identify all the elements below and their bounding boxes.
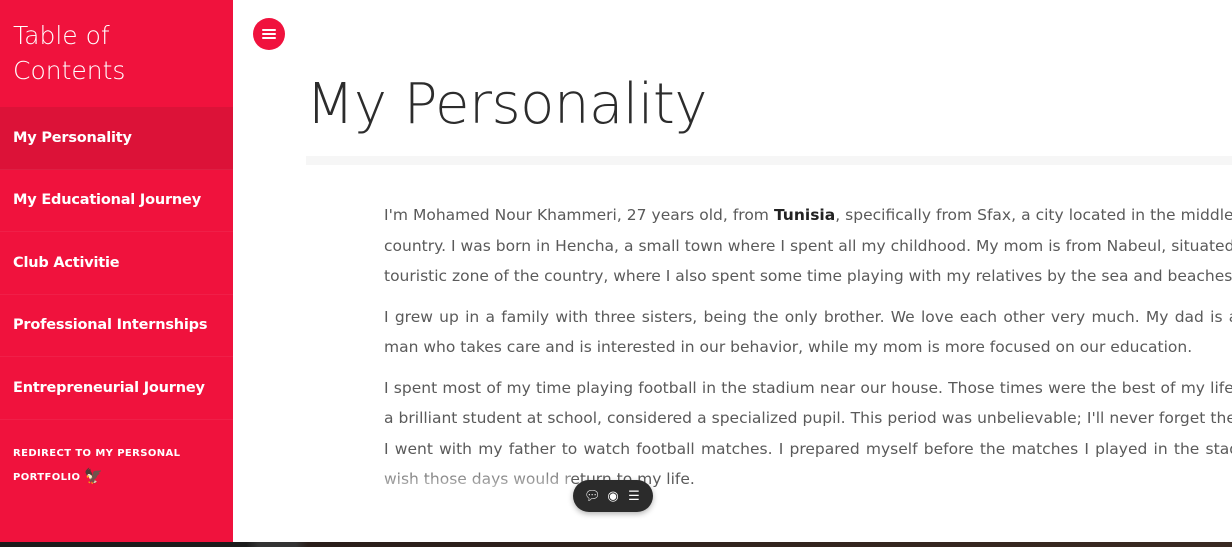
floating-toolbar: 💬︎ ◉ ☰	[573, 480, 653, 512]
hamburger-menu-icon	[262, 29, 276, 31]
sidebar-item-my-personality[interactable]: My Personality	[0, 107, 233, 170]
sidebar-item-entrepreneurial-journey[interactable]: Entrepreneurial Journey	[0, 357, 233, 420]
redirect-portfolio-link[interactable]: Redirect to my personal portfolio 🦅	[13, 443, 213, 489]
sidebar-item-club-activitie[interactable]: Club Activitie	[0, 232, 233, 295]
sidebar-item-professional-internships[interactable]: Professional Internships	[0, 295, 233, 357]
hamburger-menu-button[interactable]	[253, 18, 285, 50]
bottom-taskbar-strip	[0, 542, 1232, 547]
paragraph-2: I grew up in a family with three sisters…	[384, 307, 1232, 357]
text-fade-overlay	[370, 466, 570, 498]
country-highlight: Tunisia	[773, 206, 836, 224]
list-icon[interactable]: ☰	[626, 489, 642, 504]
sidebar-item-educational-journey[interactable]: My Educational Journey	[0, 170, 233, 232]
comment-icon[interactable]: 💬︎	[584, 489, 601, 504]
page-title: My Personality	[306, 72, 707, 137]
article-body: I'm Mohamed Nour Khammeri, 27 years old,…	[384, 200, 1232, 505]
paragraph-1: I'm Mohamed Nour Khammeri, 27 years old,…	[384, 206, 1232, 285]
sidebar: Table of Contents My Personality My Educ…	[0, 0, 233, 542]
eagle-icon: 🦅	[84, 467, 104, 485]
sidebar-title: Table of Contents	[13, 21, 126, 85]
title-divider	[306, 156, 1232, 165]
eye-icon[interactable]: ◉	[605, 489, 621, 504]
